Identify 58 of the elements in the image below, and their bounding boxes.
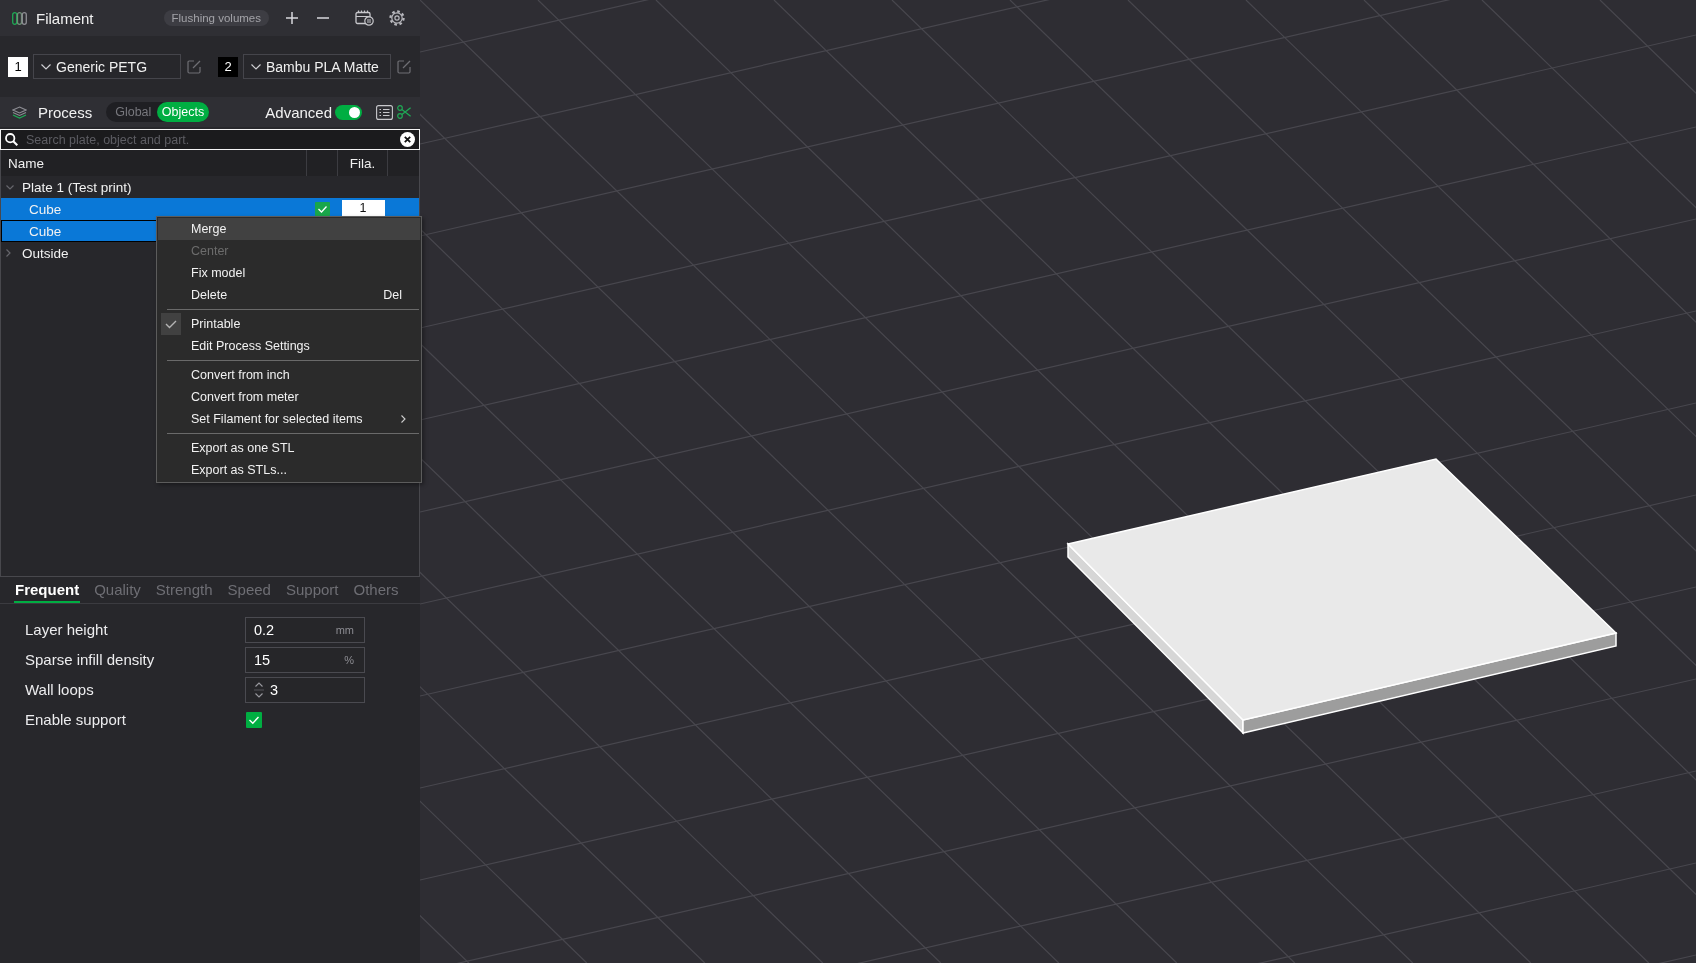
menu-item[interactable]: Export as STLs... [158,459,420,481]
unit-label: mm [335,624,354,636]
setting-label: Sparse infill density [25,651,155,668]
filament-dropdown[interactable]: Generic PETG [33,54,181,79]
panel-title: Filament [36,9,94,27]
filament-dropdown[interactable]: Bambu PLA Matte [243,54,391,79]
chevron-down-icon[interactable] [6,184,14,190]
menu-item[interactable]: Fix model [158,262,420,284]
object-name: Plate 1 (Test print) [22,179,132,195]
advanced-toggle[interactable] [335,104,362,120]
number-field[interactable]: 3 [245,677,365,703]
calendar-icon[interactable] [355,10,374,26]
chevron-down-icon [251,63,261,70]
panel-title: Process [38,103,93,121]
filament-field[interactable]: 1 [341,200,385,216]
object-name: Cube [29,223,62,239]
setting-label: Wall loops [25,681,94,698]
search-input[interactable]: Search plate, object and part. [26,131,392,148]
edit-icon[interactable] [187,59,201,74]
check-icon[interactable] [315,202,330,216]
shortcut-label: Del [383,288,402,302]
filament-slot-number: 2 [218,56,238,77]
settings-icon[interactable] [389,10,405,26]
advanced-label: Advanced [265,103,332,121]
menu-item[interactable]: Convert from inch [158,364,420,386]
scissors-icon[interactable] [397,105,411,119]
checkbox[interactable] [246,712,262,728]
filament-icon [12,11,27,25]
edit-icon[interactable] [397,59,411,74]
chevron-down-icon [41,63,51,70]
object-name: Cube [29,201,62,217]
column-header: Fila. [349,155,376,171]
number-field[interactable]: 15 % [245,647,365,673]
settings-tab[interactable]: Frequent [14,577,81,603]
mode-tab[interactable]: Global [110,102,157,122]
layers-icon [12,105,27,119]
list-icon[interactable] [376,104,393,120]
menu-item[interactable]: Export as one STL [158,437,420,459]
menu-item[interactable]: Printable [158,313,420,335]
setting-label: Enable support [25,711,126,728]
chevron-right-icon[interactable] [6,249,11,257]
object-name: Outside [22,245,69,261]
filament-slot-number: 1 [8,56,28,77]
search-field[interactable]: Search plate, object and part. [0,129,420,150]
add-icon[interactable] [286,12,298,24]
menu-item[interactable]: Merge [158,218,420,240]
clear-icon[interactable] [400,132,415,147]
number-field[interactable]: 0.2 mm [245,617,365,643]
stepper-icon[interactable] [254,681,264,699]
flushing-volumes-button[interactable]: Flushing volumes [163,10,269,26]
column-header: Name [8,155,44,171]
menu-item[interactable]: Set Filament for selected items [158,408,420,430]
unit-label: % [344,654,354,666]
search-icon [5,133,18,146]
menu-item[interactable]: Convert from meter [158,386,420,408]
menu-item[interactable]: Edit Process Settings [158,335,420,357]
menu-item[interactable]: Delete Del [158,284,420,306]
setting-label: Layer height [25,621,108,638]
